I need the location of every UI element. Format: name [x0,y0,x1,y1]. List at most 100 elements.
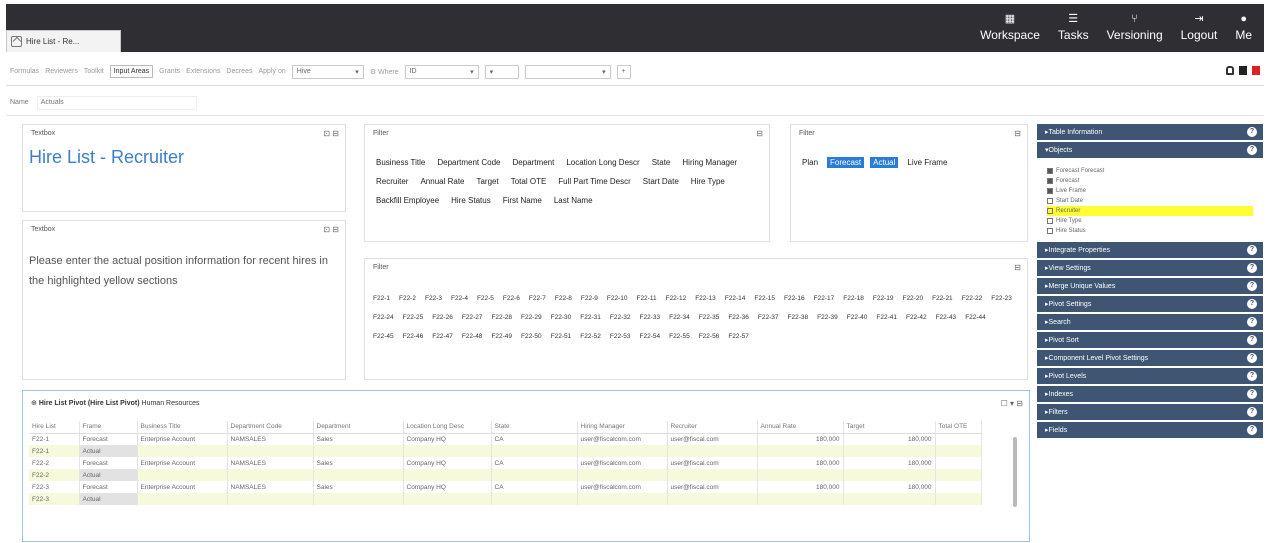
grid-cell[interactable] [491,445,578,457]
grid-cell[interactable] [491,493,578,505]
grid-scrollbar[interactable] [1013,437,1017,507]
object-item[interactable]: Forecast [1047,176,1263,186]
grid-cell[interactable]: F22-3 [29,493,80,505]
toolbar-extensions[interactable]: Extensions [186,68,220,75]
filter-chip[interactable]: Last Name [551,195,596,206]
filter-chip[interactable]: Target [473,176,501,187]
grid-cell[interactable]: Actual [79,469,138,481]
hire-list-chip[interactable]: F22-14 [725,295,746,302]
toolbar-grants[interactable]: Grants [159,68,180,75]
frame-chip[interactable]: Actual [870,157,899,168]
sidebar-section-table-information[interactable]: ▸ Table Information? [1037,124,1263,140]
checkbox[interactable] [1047,198,1053,204]
filter-chip[interactable]: Hire Status [448,195,494,206]
grid-cell[interactable]: Actual [79,445,138,457]
filter-chip[interactable]: Hiring Manager [679,157,740,168]
filter-chip[interactable]: Backfill Employee [373,195,442,206]
hire-list-chip[interactable]: F22-39 [817,314,838,321]
hire-list-chip[interactable]: F22-57 [728,333,749,340]
column-header[interactable]: Annual Rate [757,421,844,434]
hire-list-chip[interactable]: F22-36 [728,314,749,321]
add-condition-button[interactable]: + [616,64,631,79]
panel-controls[interactable]: ⊟ [1014,263,1021,272]
checkbox[interactable] [1047,208,1053,214]
grid-cell[interactable] [403,493,492,505]
column-header[interactable]: Business Title [137,421,228,434]
home-icon[interactable] [11,36,22,47]
grid-cell[interactable] [137,493,228,505]
checkbox[interactable] [1047,218,1053,224]
filter-chip[interactable]: Recruiter [373,176,411,187]
hire-list-chip[interactable]: F22-40 [847,314,868,321]
grid-cell[interactable] [403,469,492,481]
toolbar-where[interactable]: ⚙ Where [370,68,399,76]
grid-cell[interactable] [313,469,404,481]
filter-chip[interactable]: Hire Type [688,176,728,187]
grid-cell[interactable] [667,469,758,481]
grid-cell[interactable] [227,445,314,457]
help-icon[interactable]: ? [1247,145,1257,155]
hire-list-chip[interactable]: F22-56 [699,333,720,340]
document-tab[interactable]: Hire List - Re... [6,30,121,52]
toolbar-formulas[interactable]: Formulas [10,68,39,75]
grid-cell[interactable] [577,445,668,457]
hire-list-chip[interactable]: F22-29 [521,314,542,321]
hire-list-chip[interactable]: F22-12 [666,295,687,302]
grid-cell[interactable] [577,469,668,481]
where-field-select[interactable]: ID ▾ [404,64,479,79]
hire-list-chip[interactable]: F22-17 [814,295,835,302]
help-icon[interactable]: ? [1247,425,1257,435]
column-header[interactable]: Department Code [227,421,314,434]
toolbar-input-areas[interactable]: Input Areas [109,65,154,78]
grid-cell[interactable]: F22-2 [29,469,80,481]
object-item[interactable]: Forecast Forecast [1047,166,1263,176]
name-input[interactable]: Actuals [36,95,197,110]
filter-chip[interactable]: Total OTE [508,176,550,187]
filter-chip[interactable]: First Name [500,195,545,206]
help-icon[interactable]: ? [1247,389,1257,399]
frame-chip[interactable]: Live Frame [904,157,950,168]
hire-list-chip[interactable]: F22-50 [521,333,542,340]
hire-list-chip[interactable]: F22-51 [551,333,572,340]
grid-cell[interactable] [227,469,314,481]
hire-list-chip[interactable]: F22-22 [962,295,983,302]
grid-cell[interactable] [577,493,668,505]
help-icon[interactable]: ? [1247,371,1257,381]
document-icon[interactable] [1239,66,1247,75]
nav-versioning[interactable]: ⑂ Versioning [1107,12,1163,42]
filter-chip[interactable]: Department Code [434,157,503,168]
object-item[interactable]: Live Frame [1047,186,1263,196]
help-icon[interactable]: ? [1247,127,1257,137]
hire-list-chip[interactable]: F22-44 [965,314,986,321]
hire-list-chip[interactable]: F22-37 [758,314,779,321]
column-header[interactable]: Target [843,421,936,434]
object-item[interactable]: Hire Type [1047,216,1263,226]
nav-me[interactable]: ● Me [1235,12,1252,42]
help-icon[interactable]: ? [1247,335,1257,345]
hire-list-chip[interactable]: F22-32 [610,314,631,321]
sidebar-section[interactable]: ▸ Fields? [1037,422,1263,438]
checkbox[interactable] [1047,168,1053,174]
grid-cell[interactable] [935,493,982,505]
toolbar-toolkit[interactable]: Toolkit [84,68,104,75]
hire-list-chip[interactable]: F22-33 [639,314,660,321]
hire-list-chip[interactable]: F22-45 [373,333,394,340]
column-header[interactable]: State [491,421,578,434]
hire-list-chip[interactable]: F22-21 [932,295,953,302]
panel-controls[interactable]: ⊟ [756,129,763,138]
hire-list-chip[interactable]: F22-30 [551,314,572,321]
sidebar-section[interactable]: ▸ Filters? [1037,404,1263,420]
checkbox[interactable] [1047,178,1053,184]
hire-list-chip[interactable]: F22-41 [876,314,897,321]
hire-list-chip[interactable]: F22-52 [580,333,601,340]
column-header[interactable]: Hire List [29,421,80,434]
sidebar-section[interactable]: ▸ Indexes? [1037,386,1263,402]
delete-icon[interactable] [1252,66,1260,75]
sidebar-section[interactable]: ▸ Pivot Levels? [1037,368,1263,384]
column-header[interactable]: Hiring Manager [577,421,668,434]
hire-list-chip[interactable]: F22-28 [491,314,512,321]
hire-list-chip[interactable]: F22-19 [873,295,894,302]
apply-on-select[interactable]: Hive ▾ [291,64,364,79]
column-header[interactable]: Recruiter [667,421,758,434]
toolbar-decrees[interactable]: Decrees [226,68,252,75]
